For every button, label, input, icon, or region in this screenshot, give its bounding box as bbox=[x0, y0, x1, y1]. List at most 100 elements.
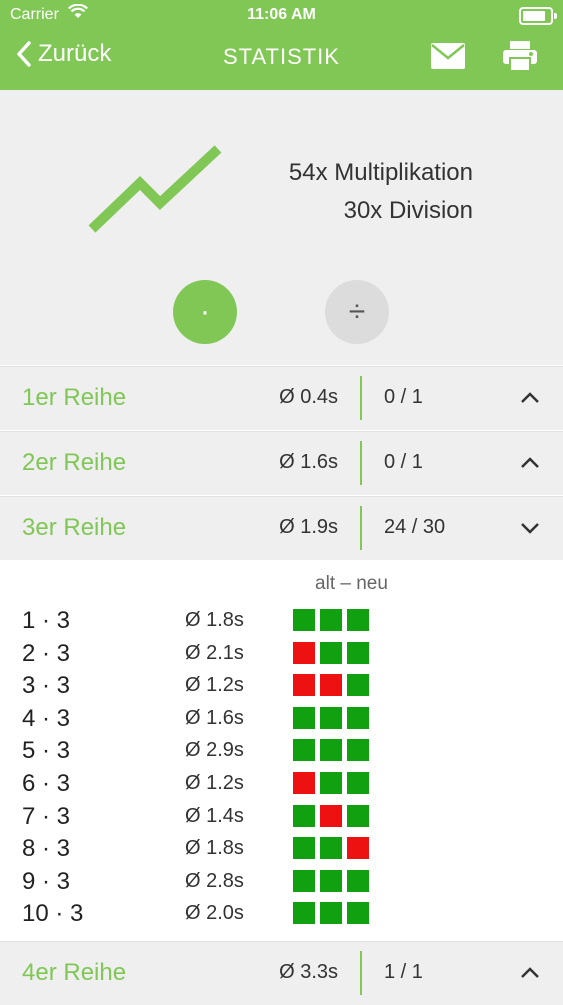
division-toggle-button[interactable]: ÷ bbox=[325, 280, 389, 344]
avg-time: Ø 2.0s bbox=[185, 902, 244, 925]
wrong-indicator bbox=[293, 674, 315, 697]
correct-indicator bbox=[347, 609, 369, 631]
correct-indicator bbox=[320, 869, 342, 892]
division-symbol: ÷ bbox=[348, 295, 366, 328]
multiplication-symbol: · bbox=[200, 295, 210, 328]
section-score: 0 / 1 bbox=[384, 451, 423, 473]
section-detail: alt – neu 1 · 3 Ø 1.8s 2 · 3 Ø 2.1s 3 · 3 Ø 1… bbox=[0, 561, 563, 941]
equation: 7 · 3 bbox=[22, 802, 71, 830]
avg-time: Ø 1.8s bbox=[185, 837, 244, 860]
multiplication-count: 54x Multiplikation bbox=[288, 159, 473, 186]
result-history bbox=[293, 739, 369, 762]
result-history bbox=[293, 674, 369, 697]
separator bbox=[360, 951, 362, 995]
correct-indicator bbox=[293, 739, 315, 762]
result-history bbox=[293, 869, 369, 892]
result-history bbox=[293, 837, 369, 860]
avg-time: Ø 1.6s bbox=[185, 706, 244, 729]
section-avg: Ø 1.6s bbox=[279, 451, 338, 473]
section-row-1[interactable]: 1er Reihe Ø 0.4s 0 / 1 bbox=[0, 366, 563, 430]
table-row: 9 · 3 Ø 2.8s bbox=[0, 866, 563, 898]
counts: 54x Multiplikation 30x Division bbox=[289, 154, 473, 230]
section-score: 0 / 1 bbox=[384, 386, 423, 408]
correct-indicator bbox=[293, 706, 315, 729]
table-row: 7 · 3 Ø 1.4s bbox=[0, 801, 563, 833]
section-avg: Ø 0.4s bbox=[279, 386, 338, 408]
table-row: 5 · 3 Ø 2.9s bbox=[0, 735, 563, 767]
correct-indicator bbox=[347, 772, 369, 794]
status-bar: Carrier 11:06 AM bbox=[0, 0, 563, 30]
section-name: 1er Reihe bbox=[22, 384, 127, 411]
page-title: STATISTIK bbox=[223, 44, 340, 69]
multiplication-toggle-button[interactable]: · bbox=[173, 280, 237, 344]
avg-time: Ø 2.1s bbox=[185, 641, 244, 664]
equation: 9 · 3 bbox=[22, 867, 71, 895]
chevron-up-icon[interactable] bbox=[520, 391, 540, 405]
result-history bbox=[293, 804, 369, 827]
table-row: 10 · 3 Ø 2.0s bbox=[0, 898, 563, 930]
table-row: 1 · 3 Ø 1.8s bbox=[0, 605, 563, 637]
section-row-2[interactable]: 2er Reihe Ø 1.6s 0 / 1 bbox=[0, 431, 563, 495]
nav-bar: Zurück STATISTIK bbox=[0, 38, 563, 78]
legend-label: alt – neu bbox=[315, 573, 388, 594]
avg-time: Ø 2.8s bbox=[185, 869, 244, 892]
table-row: 3 · 3 Ø 1.2s bbox=[0, 670, 563, 702]
correct-indicator bbox=[347, 804, 369, 827]
section-name: 4er Reihe bbox=[22, 959, 127, 986]
chevron-up-icon[interactable] bbox=[520, 456, 540, 470]
section-score: 24 / 30 bbox=[384, 516, 446, 538]
division-count: 30x Division bbox=[343, 197, 473, 224]
correct-indicator bbox=[293, 902, 315, 925]
separator bbox=[360, 376, 362, 420]
result-history bbox=[293, 706, 369, 729]
table-row: 6 · 3 Ø 1.2s bbox=[0, 768, 563, 800]
section-row-4[interactable]: 4er Reihe Ø 3.3s 1 / 1 bbox=[0, 941, 563, 1005]
section-row-3[interactable]: 3er Reihe Ø 1.9s 24 / 30 bbox=[0, 496, 563, 560]
equation: 4 · 3 bbox=[22, 704, 71, 732]
trend-chart-icon bbox=[88, 145, 222, 233]
equation: 2 · 3 bbox=[22, 639, 71, 667]
correct-indicator bbox=[320, 641, 342, 664]
section-score: 1 / 1 bbox=[384, 961, 423, 983]
wrong-indicator bbox=[293, 641, 315, 664]
summary-panel: 54x Multiplikation 30x Division · ÷ bbox=[0, 90, 563, 365]
result-history bbox=[293, 902, 369, 925]
chevron-up-icon[interactable] bbox=[520, 966, 540, 980]
equation: 5 · 3 bbox=[22, 737, 71, 765]
wrong-indicator bbox=[347, 837, 369, 860]
correct-indicator bbox=[293, 869, 315, 892]
table-row: 8 · 3 Ø 1.8s bbox=[0, 833, 563, 865]
table-row: 2 · 3 Ø 2.1s bbox=[0, 638, 563, 670]
correct-indicator bbox=[320, 772, 342, 794]
equation: 3 · 3 bbox=[22, 672, 71, 700]
equation: 10 · 3 bbox=[22, 900, 84, 928]
avg-time: Ø 1.2s bbox=[185, 772, 244, 794]
avg-time: Ø 1.4s bbox=[185, 804, 244, 827]
correct-indicator bbox=[293, 804, 315, 827]
equation: 1 · 3 bbox=[22, 607, 71, 634]
correct-indicator bbox=[347, 641, 369, 664]
section-name: 3er Reihe bbox=[22, 514, 127, 541]
separator bbox=[360, 441, 362, 485]
result-history bbox=[293, 772, 369, 794]
clock: 11:06 AM bbox=[247, 6, 316, 23]
chevron-down-icon[interactable] bbox=[520, 521, 540, 535]
correct-indicator bbox=[293, 837, 315, 860]
wrong-indicator bbox=[320, 674, 342, 697]
avg-time: Ø 1.2s bbox=[185, 674, 244, 697]
separator bbox=[360, 506, 362, 550]
section-avg: Ø 1.9s bbox=[279, 516, 338, 538]
print-icon[interactable] bbox=[502, 40, 538, 72]
correct-indicator bbox=[347, 674, 369, 697]
equation: 8 · 3 bbox=[22, 835, 71, 863]
battery-icon bbox=[519, 7, 557, 25]
section-avg: Ø 3.3s bbox=[279, 961, 338, 983]
correct-indicator bbox=[320, 837, 342, 860]
wrong-indicator bbox=[293, 772, 315, 794]
mail-icon[interactable] bbox=[430, 42, 466, 70]
equation: 6 · 3 bbox=[22, 770, 71, 797]
wrong-indicator bbox=[320, 804, 342, 827]
correct-indicator bbox=[320, 902, 342, 925]
avg-time: Ø 1.8s bbox=[185, 609, 244, 631]
table-row: 4 · 3 Ø 1.6s bbox=[0, 703, 563, 735]
